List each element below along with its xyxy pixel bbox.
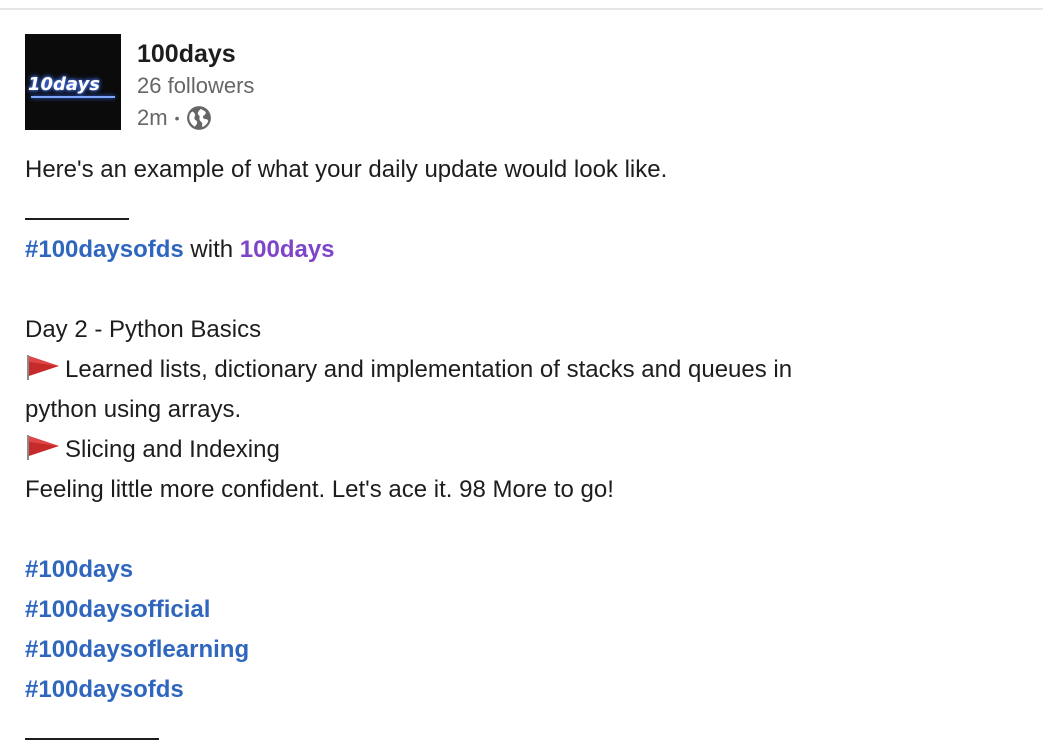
red-flag-icon [27,435,59,460]
hashtag-link[interactable]: #100daysofds [25,236,184,263]
avatar-logo-underline [31,96,115,98]
author-name[interactable]: 100days [137,38,254,70]
post-time-row: 2m • [137,102,254,134]
divider-line [25,190,1025,230]
post-header: 10days 100days 26 followers 2m • [25,34,254,130]
hashtag-link[interactable]: #100daysofficial [25,596,210,623]
hashtag-link[interactable]: #100daysofds [25,676,184,703]
author-meta: 100days 26 followers 2m • [137,34,254,134]
separator-dot: • [174,110,180,126]
bullet-text: Slicing and Indexing [65,436,280,463]
post-time: 2m [137,105,168,130]
avatar-logo-text: 10days [28,74,100,95]
bullet-continuation: python using arrays. [25,396,242,423]
bullet-text: Learned lists, dictionary and implementa… [65,356,793,383]
mention-link[interactable]: 100days [240,236,335,263]
text-rule [25,738,159,740]
hashtag-line: #100daysofficial [25,590,1025,630]
post-intro: Here's an example of what your daily upd… [25,156,668,183]
avatar-logo: 10days [28,74,100,95]
globe-icon [187,106,212,130]
hashtag-line: #100daysofds [25,670,1025,710]
hashtag-line: #100days [25,550,1025,590]
day-title: Day 2 - Python Basics [25,316,262,343]
bullet-item: Slicing and Indexing [25,430,1025,470]
hashtag-link[interactable]: #100daysoflearning [25,636,249,663]
divider-line [25,710,1025,750]
hashtag-link[interactable]: #100days [25,556,133,583]
tag-connector: with [183,236,240,263]
text-rule [25,218,129,220]
red-flag-icon [27,355,59,380]
post-closing: Feeling little more confident. Let's ace… [25,476,614,503]
post-body: Here's an example of what your daily upd… [25,150,1025,750]
hashtag-line: #100daysoflearning [25,630,1025,670]
bullet-item: Learned lists, dictionary and implementa… [25,350,1025,390]
top-divider [0,8,1043,10]
follower-count: 26 followers [137,73,255,98]
tag-line: #100daysofds with 100days [25,230,1025,270]
author-avatar[interactable]: 10days [25,34,121,130]
